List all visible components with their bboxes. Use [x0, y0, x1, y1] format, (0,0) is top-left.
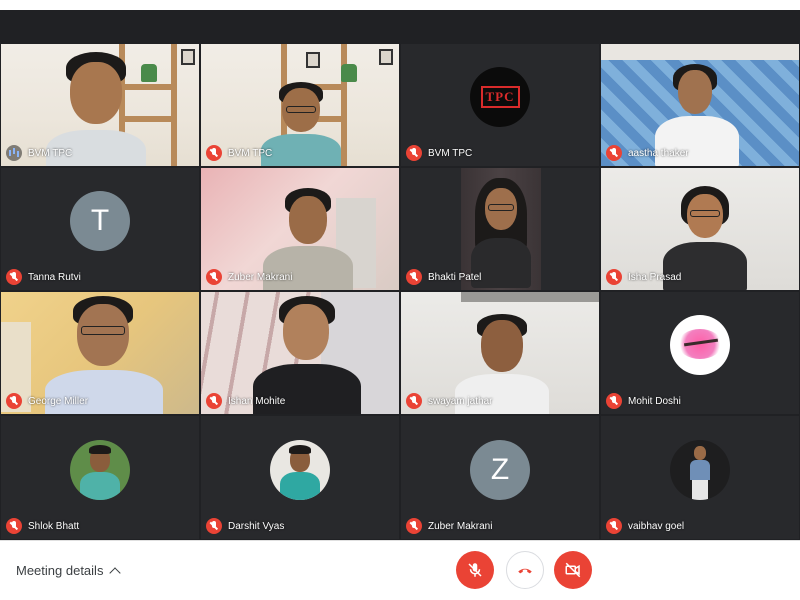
participant-tile[interactable]: Shlok Bhatt — [0, 415, 200, 540]
mic-off-icon — [606, 145, 622, 161]
camera-off-icon — [565, 562, 581, 578]
profile-photo-avatar — [270, 439, 330, 500]
mic-off-icon — [206, 145, 222, 161]
participant-tile[interactable]: swayam jathar — [400, 291, 600, 415]
profile-photo-avatar — [70, 439, 130, 500]
camera-toggle-button[interactable] — [554, 551, 592, 589]
participant-tile[interactable]: TPC BVM TPC — [400, 43, 600, 167]
meeting-stage: BVM TPC BVM TPC TPC BVM TPC aastha thake… — [0, 10, 800, 540]
participant-name: Darshit Vyas — [228, 520, 285, 532]
profile-photo-avatar — [670, 315, 730, 375]
participant-name: George Miller — [28, 395, 89, 407]
participant-name: Ishan Mohite — [228, 395, 286, 407]
mic-off-icon — [606, 393, 622, 409]
participant-tile[interactable]: Zuber Makrani — [200, 167, 400, 291]
participant-label: BVM TPC — [406, 145, 472, 161]
hang-up-icon — [518, 568, 532, 574]
letter-avatar: T — [70, 191, 130, 251]
participant-label: Mohit Doshi — [606, 393, 681, 409]
participant-name: aastha thaker — [628, 147, 689, 159]
participant-tile[interactable]: BVM TPC — [0, 43, 200, 167]
participant-name: Tanna Rutvi — [28, 271, 81, 283]
participant-tile[interactable]: Bhakti Patel — [400, 167, 600, 291]
participant-name: Isha Prasad — [628, 271, 682, 283]
top-strip — [0, 0, 800, 10]
participant-name: Zuber Makrani — [228, 271, 293, 283]
tpc-logo-avatar: TPC — [470, 67, 530, 127]
participant-label: BVM TPC — [6, 145, 72, 161]
mic-off-icon — [468, 563, 482, 577]
chevron-up-icon — [109, 566, 122, 579]
participant-name: Zuber Makrani — [428, 520, 493, 532]
mic-off-icon — [206, 393, 222, 409]
meeting-details-label: Meeting details — [16, 563, 104, 578]
participant-name: swayam jathar — [428, 395, 493, 407]
participant-label: BVM TPC — [206, 145, 272, 161]
participant-name: Shlok Bhatt — [28, 520, 80, 532]
participant-name: BVM TPC — [228, 147, 273, 159]
participant-tile[interactable]: George Miller — [0, 291, 200, 415]
participant-label: Ishan Mohite — [206, 393, 285, 409]
participant-label: George Miller — [6, 393, 88, 409]
mic-off-icon — [6, 393, 22, 409]
participant-tile[interactable]: vaibhav goel — [600, 415, 800, 540]
participant-name: BVM TPC — [28, 147, 73, 159]
participant-name: vaibhav goel — [628, 520, 685, 532]
participant-tile[interactable]: Darshit Vyas — [200, 415, 400, 540]
participant-name: Mohit Doshi — [628, 395, 681, 407]
participant-label: Zuber Makrani — [206, 269, 292, 285]
meeting-details-button[interactable]: Meeting details — [16, 563, 122, 579]
mic-off-icon — [6, 269, 22, 285]
mic-off-icon — [206, 518, 222, 534]
participant-label: Zuber Makrani — [406, 518, 492, 534]
participant-tile[interactable]: Z Zuber Makrani — [400, 415, 600, 540]
participant-label: Bhakti Patel — [406, 269, 481, 285]
tpc-logo-text: TPC — [480, 86, 520, 108]
participant-label: aastha thaker — [606, 145, 689, 161]
participant-tile[interactable]: Ishan Mohite — [200, 291, 400, 415]
participant-tile[interactable]: Mohit Doshi — [600, 291, 800, 415]
mic-off-icon — [406, 393, 422, 409]
participant-tile[interactable]: BVM TPC — [200, 43, 400, 167]
mic-off-icon — [606, 518, 622, 534]
leave-call-button[interactable] — [506, 551, 544, 589]
profile-photo-avatar — [670, 439, 730, 500]
participant-label: Tanna Rutvi — [6, 269, 81, 285]
mic-on-icon — [6, 145, 22, 161]
microphone-toggle-button[interactable] — [456, 551, 494, 589]
participant-label: swayam jathar — [406, 393, 492, 409]
mic-off-icon — [206, 269, 222, 285]
mic-off-icon — [406, 518, 422, 534]
participant-label: Shlok Bhatt — [6, 518, 79, 534]
participant-label: vaibhav goel — [606, 518, 684, 534]
participant-label: Isha Prasad — [606, 269, 681, 285]
mic-off-icon — [606, 269, 622, 285]
meeting-controls-bar: Meeting details — [0, 540, 800, 600]
participant-tile[interactable]: T Tanna Rutvi — [0, 167, 200, 291]
participant-tile[interactable]: Isha Prasad — [600, 167, 800, 291]
participant-tile[interactable]: aastha thaker — [600, 43, 800, 167]
letter-avatar: Z — [470, 439, 530, 500]
participant-grid: BVM TPC BVM TPC TPC BVM TPC aastha thake… — [0, 43, 800, 540]
mic-off-icon — [6, 518, 22, 534]
participant-label: Darshit Vyas — [206, 518, 284, 534]
mic-off-icon — [406, 269, 422, 285]
participant-name: BVM TPC — [428, 147, 473, 159]
mic-off-icon — [406, 145, 422, 161]
participant-name: Bhakti Patel — [428, 271, 482, 283]
